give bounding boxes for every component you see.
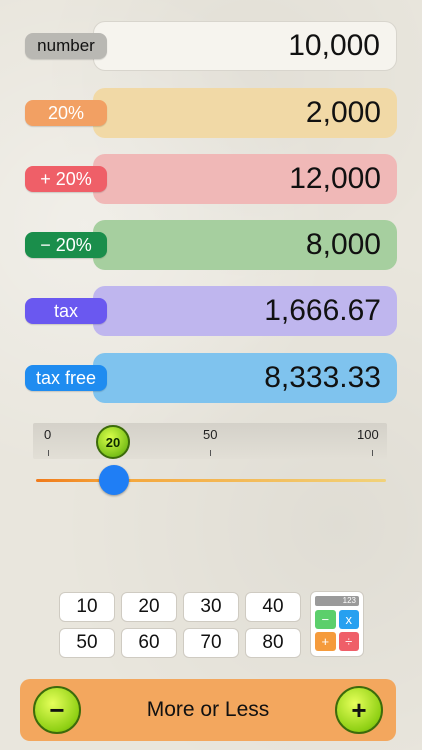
- number-row[interactable]: 10,000 number: [25, 21, 397, 71]
- multiply-key-icon: x: [338, 610, 359, 629]
- quick-button-10[interactable]: 10: [59, 592, 115, 622]
- calculator-display: 123: [315, 596, 359, 606]
- minus-key-icon: −: [315, 610, 336, 629]
- percent-tag: 20%: [25, 100, 107, 126]
- plus-percent-value: 12,000: [93, 154, 397, 204]
- quick-button-30[interactable]: 30: [183, 592, 239, 622]
- number-tag: number: [25, 33, 107, 59]
- quick-button-70[interactable]: 70: [183, 628, 239, 658]
- percent-scale: 0 50 100: [33, 423, 387, 459]
- tax-free-value: 8,333.33: [93, 353, 397, 403]
- decrease-button[interactable]: −: [33, 686, 81, 734]
- slider-value-bubble: 20: [96, 425, 130, 459]
- quick-button-20[interactable]: 20: [121, 592, 177, 622]
- minus-percent-tag: − 20%: [25, 232, 107, 258]
- number-value[interactable]: 10,000: [93, 21, 397, 71]
- tax-tag: tax: [25, 298, 107, 324]
- tax-free-tag: tax free: [25, 365, 107, 391]
- percent-slider-track[interactable]: [36, 479, 386, 482]
- plus-percent-tag: + 20%: [25, 166, 107, 192]
- quick-button-40[interactable]: 40: [245, 592, 301, 622]
- percent-value: 2,000: [93, 88, 397, 138]
- tax-value: 1,666.67: [93, 286, 397, 336]
- increase-button[interactable]: +: [335, 686, 383, 734]
- quick-button-80[interactable]: 80: [245, 628, 301, 658]
- more-or-less-label: More or Less: [146, 698, 270, 721]
- scale-tick: [48, 450, 49, 456]
- plus-percent-row[interactable]: 12,000 + 20%: [25, 154, 397, 204]
- percent-row[interactable]: 2,000 20%: [25, 88, 397, 138]
- scale-tick: [210, 450, 211, 456]
- scale-tick: [372, 450, 373, 456]
- scale-mid-label: 50: [203, 427, 218, 442]
- scale-min-label: 0: [44, 427, 52, 442]
- minus-percent-value: 8,000: [93, 220, 397, 270]
- tax-row[interactable]: 1,666.67 tax: [25, 286, 397, 336]
- scale-max-label: 100: [357, 427, 379, 442]
- calculator-button[interactable]: 123 − x + ÷: [310, 591, 364, 657]
- divide-key-icon: ÷: [338, 632, 359, 651]
- quick-button-60[interactable]: 60: [121, 628, 177, 658]
- percent-slider-thumb[interactable]: [99, 465, 129, 495]
- plus-key-icon: +: [315, 632, 336, 651]
- quick-button-50[interactable]: 50: [59, 628, 115, 658]
- minus-percent-row[interactable]: 8,000 − 20%: [25, 220, 397, 270]
- tax-free-row[interactable]: 8,333.33 tax free: [25, 353, 397, 403]
